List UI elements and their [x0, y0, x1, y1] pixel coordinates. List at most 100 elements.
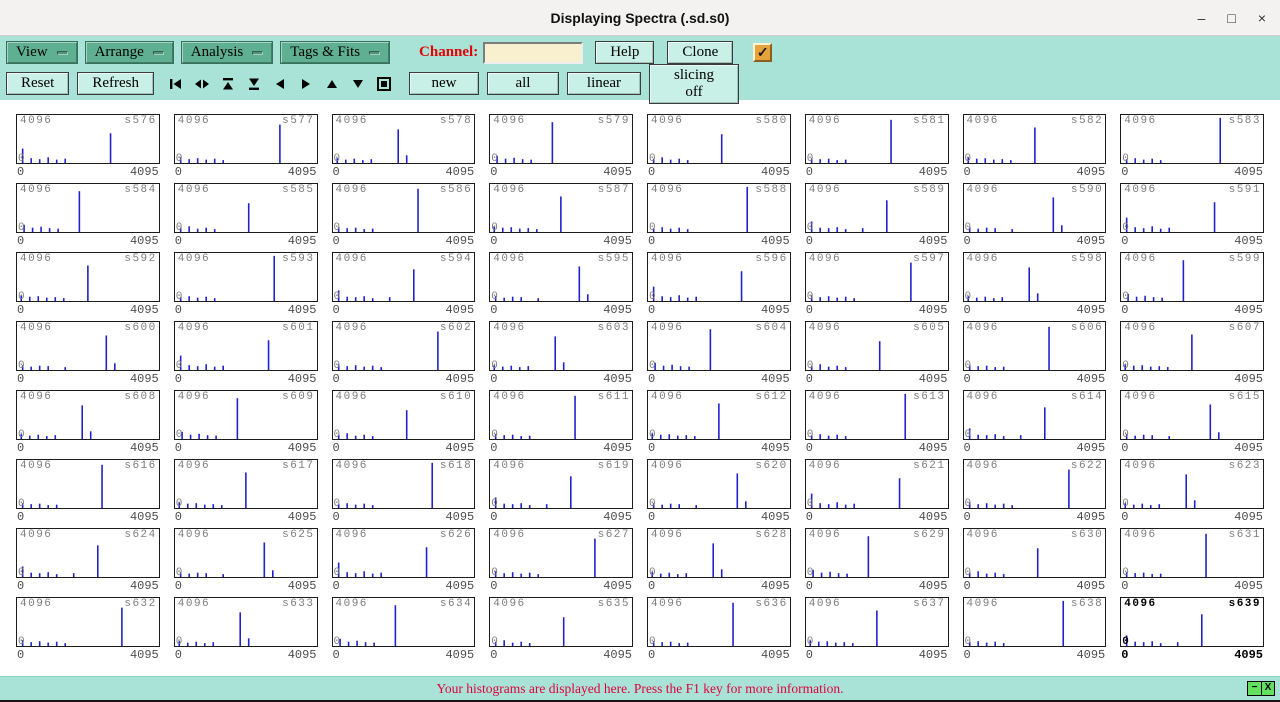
spectrum-panel[interactable]: 4096 s578 0: [331, 114, 476, 165]
spectrum-cell[interactable]: 4096 s582 0 0 4095: [962, 114, 1107, 180]
go-top-icon[interactable]: [220, 75, 237, 92]
spectrum-panel[interactable]: 4096 s591 0: [1120, 183, 1264, 234]
go-right-icon[interactable]: [298, 75, 315, 92]
spectrum-cell[interactable]: 4096 s625 0 0 4095: [173, 528, 318, 594]
spectrum-cell[interactable]: 4096 s621 0 0 4095: [804, 459, 949, 525]
spectrum-cell[interactable]: 4096 s597 0 0 4095: [804, 252, 949, 318]
spectrum-cell[interactable]: 4096 s613 0 0 4095: [804, 390, 949, 456]
spectrum-cell[interactable]: 4096 s577 0 0 4095: [173, 114, 318, 180]
spectrum-cell[interactable]: 4096 s616 0 0 4095: [16, 459, 160, 525]
menu-tags-fits[interactable]: Tags & Fits: [280, 41, 391, 64]
spectrum-panel[interactable]: 4096 s630 0: [962, 528, 1107, 579]
refresh-button[interactable]: Refresh: [77, 72, 154, 95]
spectrum-cell[interactable]: 4096 s594 0 0 4095: [331, 252, 476, 318]
spectrum-cell[interactable]: 4096 s592 0 0 4095: [16, 252, 160, 318]
spectrum-cell[interactable]: 4096 s576 0 0 4095: [16, 114, 160, 180]
spectrum-panel[interactable]: 4096 s600 0: [16, 321, 160, 372]
channel-input[interactable]: [483, 41, 584, 64]
spectrum-panel[interactable]: 4096 s598 0: [962, 252, 1107, 303]
spectrum-cell[interactable]: 4096 s611 0 0 4095: [489, 390, 633, 456]
spectrum-cell[interactable]: 4096 s583 0 0 4095: [1120, 114, 1264, 180]
spectrum-cell[interactable]: 4096 s598 0 0 4095: [962, 252, 1107, 318]
spectrum-panel[interactable]: 4096 s580 0: [647, 114, 791, 165]
help-button[interactable]: Help: [595, 41, 655, 64]
minimize-icon[interactable]: –: [1198, 10, 1206, 26]
spectrum-cell[interactable]: 4096 s612 0 0 4095: [647, 390, 791, 456]
spectrum-cell[interactable]: 4096 s639 0 0 4095: [1120, 597, 1264, 663]
slicing-toggle-button[interactable]: slicing off: [648, 63, 739, 104]
linear-button[interactable]: linear: [566, 72, 641, 95]
spectrum-panel[interactable]: 4096 s608 0: [16, 390, 160, 441]
spectrum-cell[interactable]: 4096 s630 0 0 4095: [962, 528, 1107, 594]
spectrum-panel[interactable]: 4096 s596 0: [647, 252, 791, 303]
spectrum-panel[interactable]: 4096 s631 0: [1120, 528, 1264, 579]
spectrum-cell[interactable]: 4096 s603 0 0 4095: [489, 321, 633, 387]
spectrum-panel[interactable]: 4096 s586 0: [331, 183, 476, 234]
spectrum-panel[interactable]: 4096 s592 0: [16, 252, 160, 303]
spectrum-cell[interactable]: 4096 s586 0 0 4095: [331, 183, 476, 249]
maximize-icon[interactable]: □: [1227, 10, 1235, 26]
spectrum-cell[interactable]: 4096 s595 0 0 4095: [489, 252, 633, 318]
spectrum-cell[interactable]: 4096 s633 0 0 4095: [173, 597, 318, 663]
spectrum-cell[interactable]: 4096 s629 0 0 4095: [804, 528, 949, 594]
spectrum-cell[interactable]: 4096 s590 0 0 4095: [962, 183, 1107, 249]
spectrum-panel[interactable]: 4096 s577 0: [173, 114, 318, 165]
spectrum-panel[interactable]: 4096 s587 0: [489, 183, 633, 234]
go-first-icon[interactable]: [168, 75, 185, 92]
spectrum-panel[interactable]: 4096 s602 0: [331, 321, 476, 372]
spectrum-cell[interactable]: 4096 s579 0 0 4095: [489, 114, 633, 180]
spectrum-cell[interactable]: 4096 s610 0 0 4095: [331, 390, 476, 456]
spectrum-panel[interactable]: 4096 s585 0: [173, 183, 318, 234]
spectrum-panel[interactable]: 4096 s623 0: [1120, 459, 1264, 510]
statusbar-minimize-icon[interactable]: −: [1248, 682, 1261, 695]
spectrum-cell[interactable]: 4096 s638 0 0 4095: [962, 597, 1107, 663]
spectrum-cell[interactable]: 4096 s632 0 0 4095: [16, 597, 160, 663]
spectrum-panel[interactable]: 4096 s606 0: [962, 321, 1107, 372]
spectrum-cell[interactable]: 4096 s637 0 0 4095: [804, 597, 949, 663]
spectrum-panel[interactable]: 4096 s624 0: [16, 528, 160, 579]
spectrum-panel[interactable]: 4096 s604 0: [647, 321, 791, 372]
spectrum-cell[interactable]: 4096 s585 0 0 4095: [173, 183, 318, 249]
spectrum-cell[interactable]: 4096 s624 0 0 4095: [16, 528, 160, 594]
spectrum-panel[interactable]: 4096 s594 0: [331, 252, 476, 303]
spectrum-panel[interactable]: 4096 s639 0: [1120, 597, 1264, 648]
spectrum-panel[interactable]: 4096 s627 0: [489, 528, 633, 579]
spectrum-cell[interactable]: 4096 s617 0 0 4095: [173, 459, 318, 525]
spectrum-cell[interactable]: 4096 s618 0 0 4095: [331, 459, 476, 525]
full-view-icon[interactable]: [376, 75, 393, 92]
spectrum-panel[interactable]: 4096 s610 0: [331, 390, 476, 441]
spectrum-panel[interactable]: 4096 s618 0: [331, 459, 476, 510]
reset-button[interactable]: Reset: [6, 72, 70, 95]
go-bottom-icon[interactable]: [246, 75, 263, 92]
spectrum-cell[interactable]: 4096 s587 0 0 4095: [489, 183, 633, 249]
spectrum-panel[interactable]: 4096 s605 0: [804, 321, 949, 372]
spectrum-panel[interactable]: 4096 s626 0: [331, 528, 476, 579]
statusbar-close-icon[interactable]: X: [1261, 682, 1274, 695]
menu-arrange[interactable]: Arrange: [84, 41, 174, 64]
menu-analysis[interactable]: Analysis: [180, 41, 274, 64]
spectrum-cell[interactable]: 4096 s580 0 0 4095: [647, 114, 791, 180]
spectrum-panel[interactable]: 4096 s634 0: [331, 597, 476, 648]
spectrum-cell[interactable]: 4096 s607 0 0 4095: [1120, 321, 1264, 387]
spectrum-panel[interactable]: 4096 s590 0: [962, 183, 1107, 234]
spectrum-cell[interactable]: 4096 s578 0 0 4095: [331, 114, 476, 180]
spectrum-panel[interactable]: 4096 s633 0: [173, 597, 318, 648]
spectrum-cell[interactable]: 4096 s627 0 0 4095: [489, 528, 633, 594]
close-icon[interactable]: ×: [1258, 10, 1266, 26]
spectrum-panel[interactable]: 4096 s621 0: [804, 459, 949, 510]
spectrum-cell[interactable]: 4096 s584 0 0 4095: [16, 183, 160, 249]
spectrum-cell[interactable]: 4096 s596 0 0 4095: [647, 252, 791, 318]
spectrum-panel[interactable]: 4096 s617 0: [173, 459, 318, 510]
spectrum-cell[interactable]: 4096 s636 0 0 4095: [647, 597, 791, 663]
spectrum-cell[interactable]: 4096 s622 0 0 4095: [962, 459, 1107, 525]
expand-horizontal-icon[interactable]: [194, 75, 211, 92]
spectrum-panel[interactable]: 4096 s636 0: [647, 597, 791, 648]
spectrum-cell[interactable]: 4096 s634 0 0 4095: [331, 597, 476, 663]
spectrum-cell[interactable]: 4096 s589 0 0 4095: [804, 183, 949, 249]
spectrum-panel[interactable]: 4096 s635 0: [489, 597, 633, 648]
spectrum-panel[interactable]: 4096 s603 0: [489, 321, 633, 372]
spectrum-panel[interactable]: 4096 s581 0: [804, 114, 949, 165]
spectrum-cell[interactable]: 4096 s604 0 0 4095: [647, 321, 791, 387]
spectrum-panel[interactable]: 4096 s607 0: [1120, 321, 1264, 372]
spectrum-panel[interactable]: 4096 s584 0: [16, 183, 160, 234]
